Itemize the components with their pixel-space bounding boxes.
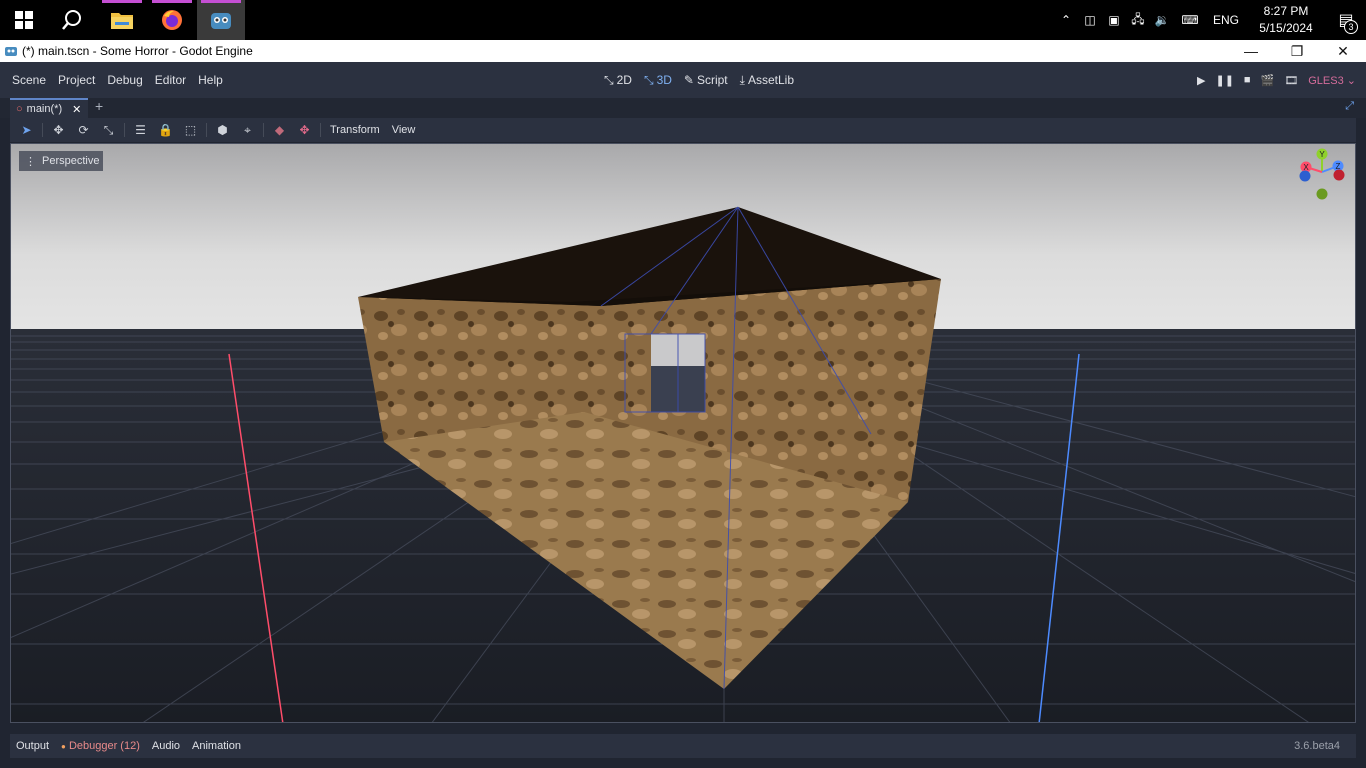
bottom-panel: Output ● Debugger (12) Audio Animation 3… (0, 724, 1366, 768)
window-titlebar: (*) main.tscn - Some Horror - Godot Engi… (0, 40, 1366, 62)
language-indicator[interactable]: ENG (1206, 13, 1246, 27)
volume-icon[interactable]: 🔉 (1150, 0, 1174, 40)
assetlib-icon: ⤓ (739, 72, 745, 87)
clock[interactable]: 8:27 PM 5/15/2024 (1246, 3, 1326, 37)
svg-text:Y: Y (1319, 150, 1325, 159)
restore-button[interactable]: ❐ (1274, 40, 1320, 62)
run-controls: ▶ ❚❚ ■ 🎬 🎞 GLES3 ⌄ (1197, 62, 1356, 98)
window-title: (*) main.tscn - Some Horror - Godot Engi… (22, 44, 253, 58)
search-button[interactable] (48, 0, 96, 40)
local-space-icon[interactable]: ⬢ (210, 118, 235, 142)
perspective-menu-button[interactable]: ⋮ Perspective (19, 151, 104, 171)
gizmo-neg-y-icon[interactable] (1316, 188, 1328, 200)
main-screen-tabs: ⤡ 2D ⤡ 3D ✎ Script ⤓ AssetLib (600, 62, 798, 98)
main-menu: Scene Project Debug Editor Help (6, 73, 229, 87)
notification-badge: 3 (1344, 20, 1358, 34)
list-select-icon[interactable]: ☰ (128, 118, 153, 142)
menu-debug[interactable]: Debug (101, 73, 148, 87)
scene-tabs: ○ main(*) ✕ + ⤢ (0, 98, 1366, 118)
play-icon[interactable]: ▶ (1197, 74, 1205, 87)
clock-time: 8:27 PM (1263, 4, 1309, 18)
environment-preview-icon[interactable]: ◆ (267, 118, 292, 142)
select-mode-icon[interactable]: ➤ (14, 118, 39, 142)
tab-3d[interactable]: ⤡ 3D (640, 73, 676, 88)
menu-project[interactable]: Project (52, 73, 101, 87)
spatial-editor-toolbar: ➤ ✥ ⟳ ⤡ ☰ 🔒 ⬚ ⬢ ⌖ ◆ ✥ Transform View (10, 118, 1356, 142)
notification-button[interactable]: ▤ 3 (1326, 0, 1366, 40)
snap-icon[interactable]: ⌖ (235, 118, 260, 142)
firefox-icon (162, 10, 182, 30)
editor-menubar: Scene Project Debug Editor Help ⤡ 2D ⤡ 3D … (0, 62, 1366, 98)
3d-viewport[interactable]: ⋮ Perspective Y Z X (10, 143, 1356, 723)
3d-icon: ⤡ (643, 72, 654, 87)
stop-icon[interactable]: ■ (1244, 74, 1251, 86)
sun-preview-icon[interactable]: ✥ (292, 118, 317, 142)
scene-root-icon: ○ (16, 103, 23, 115)
rotate-mode-icon[interactable]: ⟳ (71, 118, 96, 142)
keyboard-icon[interactable]: ⌨ (1174, 0, 1206, 40)
viewport-scene[interactable] (11, 144, 1356, 723)
scene-tab-main[interactable]: ○ main(*) ✕ (10, 98, 88, 118)
pause-icon[interactable]: ❚❚ (1215, 74, 1233, 87)
menu-help[interactable]: Help (192, 73, 229, 87)
bottom-panel-tabs: Output ● Debugger (12) Audio Animation 3… (10, 734, 1356, 758)
close-button[interactable]: ✕ (1320, 40, 1366, 62)
kebab-menu-icon: ⋮ (25, 155, 36, 168)
tab-audio[interactable]: Audio (152, 740, 180, 752)
folder-icon (111, 13, 133, 29)
taskbar-godot[interactable] (197, 0, 245, 40)
tab-script[interactable]: ✎ Script (680, 73, 732, 87)
tab-2d[interactable]: ⤡ 2D (600, 73, 636, 88)
taskbar-file-explorer[interactable] (98, 0, 146, 40)
view-menu[interactable]: View (386, 124, 422, 136)
camera-icon[interactable]: ◫ (1078, 0, 1102, 40)
2d-icon: ⤡ (604, 72, 614, 87)
tab-assetlib[interactable]: ⤓ AssetLib (736, 73, 798, 88)
distraction-free-icon[interactable]: ⤢ (1345, 100, 1354, 113)
tab-output[interactable]: Output (16, 740, 49, 752)
script-icon: ✎ (683, 73, 694, 87)
group-icon[interactable]: ⬚ (178, 118, 203, 142)
tab-debugger[interactable]: ● Debugger (12) (61, 740, 140, 752)
menu-editor[interactable]: Editor (149, 73, 192, 87)
play-scene-icon[interactable]: 🎬 (1261, 74, 1275, 87)
taskbar-firefox[interactable] (148, 0, 196, 40)
display-icon[interactable]: ▣ (1102, 0, 1126, 40)
network-icon[interactable]: 🖧 (1126, 0, 1150, 40)
godot-icon (211, 13, 231, 29)
clock-date: 5/15/2024 (1259, 21, 1313, 35)
play-custom-scene-icon[interactable]: 🎞 (1284, 74, 1298, 87)
start-button[interactable] (0, 0, 48, 40)
view-orientation-gizmo[interactable]: Y Z X (1297, 146, 1347, 206)
menu-scene[interactable]: Scene (6, 73, 52, 87)
renderer-select[interactable]: GLES3 ⌄ (1308, 74, 1356, 87)
scale-mode-icon[interactable]: ⤡ (96, 118, 121, 142)
windows-icon (15, 11, 33, 29)
search-icon (62, 10, 81, 30)
godot-icon (5, 47, 17, 56)
tab-animation[interactable]: Animation (192, 740, 241, 752)
gizmo-neg-x-icon[interactable] (1333, 169, 1345, 181)
chevron-down-icon: ⌄ (1346, 74, 1356, 87)
close-tab-icon[interactable]: ✕ (72, 103, 81, 116)
lock-icon[interactable]: 🔒 (153, 118, 178, 142)
move-mode-icon[interactable]: ✥ (46, 118, 71, 142)
minimize-button[interactable]: — (1228, 40, 1274, 62)
add-scene-tab-icon[interactable]: + (95, 98, 103, 114)
chevron-up-icon[interactable]: ⌃ (1054, 0, 1078, 40)
error-dot-icon: ● (61, 742, 66, 751)
engine-version: 3.6.beta4 (1294, 740, 1340, 752)
system-tray: ⌃ ◫ ▣ 🖧 🔉 ⌨ ENG 8:27 PM 5/15/2024 ▤ 3 (1054, 0, 1366, 40)
transform-menu[interactable]: Transform (324, 124, 386, 136)
gizmo-neg-z-icon[interactable] (1299, 170, 1311, 182)
windows-taskbar: ⌃ ◫ ▣ 🖧 🔉 ⌨ ENG 8:27 PM 5/15/2024 ▤ 3 (0, 0, 1366, 40)
